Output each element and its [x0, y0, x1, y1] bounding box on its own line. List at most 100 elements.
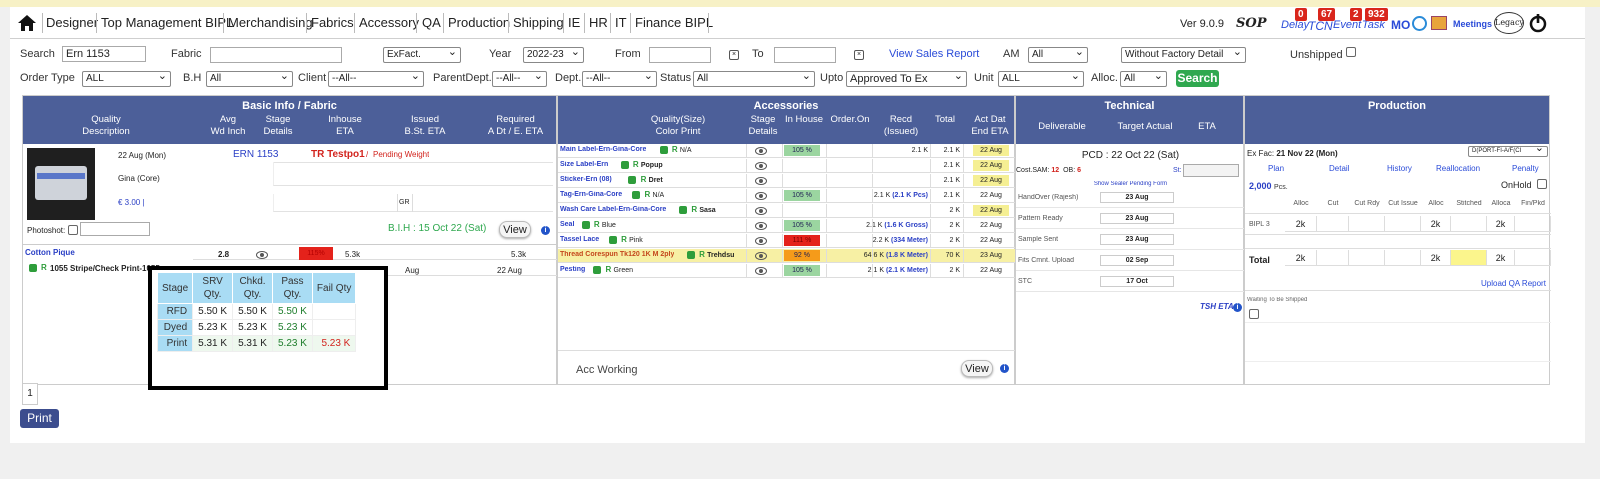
acc-pr-icons[interactable]: R Sasa [677, 205, 716, 214]
plan-link[interactable]: Plan [1268, 164, 1284, 173]
p-icon[interactable] [581, 220, 590, 229]
acc-row[interactable]: Seal R Blue 105 % 2.1 K (1.6 K Gross) 2 K 22… [558, 219, 1016, 233]
r-icon[interactable]: R [645, 190, 651, 199]
nav-hr[interactable]: HR [589, 15, 608, 30]
nav-production[interactable]: Production [448, 15, 510, 30]
p-icon[interactable] [593, 265, 602, 274]
acc-stage-eye-icon[interactable] [755, 222, 767, 230]
acc-stage-eye-icon[interactable] [755, 147, 767, 155]
basic-view-button[interactable]: View [499, 221, 531, 238]
acc-info-icon[interactable]: i [1000, 364, 1009, 373]
status-select[interactable]: All [693, 71, 815, 87]
r-icon[interactable]: R [641, 175, 647, 184]
acc-stage-eye-icon[interactable] [755, 177, 767, 185]
search-input[interactable]: Ern 1153 [62, 46, 146, 62]
tcn-link[interactable]: TCN [1308, 19, 1333, 33]
unshipped-checkbox[interactable] [1346, 47, 1356, 57]
acc-pr-icons[interactable]: R Green [591, 265, 633, 274]
acc-name[interactable]: Tag-Ern-Gina-Core [560, 191, 622, 198]
nav-qa[interactable]: QA [422, 15, 441, 30]
acc-pr-icons[interactable]: R Dret [626, 175, 663, 184]
acc-view-button[interactable]: View [961, 360, 993, 377]
fabric-r-icon[interactable]: R [41, 263, 47, 272]
r-icon[interactable]: R [691, 205, 697, 214]
basic-info-icon[interactable]: i [541, 226, 550, 235]
acc-pr-icons[interactable]: R Popup [619, 160, 663, 169]
acc-row[interactable]: Pesting R Green 105 % 2.1 K (2.1 K Meter) 2… [558, 264, 1016, 278]
acc-pr-icons[interactable]: R Blue [580, 220, 616, 229]
acc-row[interactable]: Thread Corespun Tk120 1K M 2ply R Trehds… [558, 249, 1016, 263]
acc-row[interactable]: Sticker-Ern (08) R Dret 2.1 K 22 Aug [558, 174, 1016, 188]
legacy-button[interactable]: Legacy [1494, 12, 1524, 34]
nav-merchandising[interactable]: Merchandising [228, 15, 313, 30]
acc-name[interactable]: Pesting [560, 266, 585, 273]
r-icon[interactable]: R [672, 145, 678, 154]
r-icon[interactable]: R [594, 220, 600, 229]
tsheta-link[interactable]: TSH ETA [1200, 302, 1234, 311]
penalty-link[interactable]: Penalty [1512, 164, 1539, 173]
acc-name[interactable]: Sticker-Ern (08) [560, 176, 612, 183]
p-icon[interactable] [608, 235, 617, 244]
nav-accessory[interactable]: Accessory [359, 15, 419, 30]
mo-link[interactable]: MO [1391, 18, 1410, 32]
nav-it[interactable]: IT [615, 15, 627, 30]
r-icon[interactable]: R [621, 235, 627, 244]
fabric-name[interactable]: Cotton Pique [25, 248, 75, 257]
acc-stage-eye-icon[interactable] [755, 192, 767, 200]
acc-row[interactable]: Size Label-Ern R Popup 2.1 K 22 Aug [558, 159, 1016, 173]
p-icon[interactable] [659, 145, 668, 154]
search-button[interactable]: Search [1176, 70, 1219, 87]
acc-pr-icons[interactable]: R Trehdsu [685, 250, 734, 259]
year-select[interactable]: 2022-23 [523, 47, 584, 63]
acc-row[interactable]: Main Label-Ern-Gina-Core R N/A 105 % 2.1 K… [558, 144, 1016, 158]
upload-qa-link[interactable]: Upload QA Report [1481, 279, 1546, 288]
onhold-checkbox[interactable] [1537, 179, 1547, 189]
alloc-select[interactable]: All [1120, 71, 1167, 87]
acc-row[interactable]: Tassel Lace R Pink 111 % 2.2 K (334 Meter)… [558, 234, 1016, 248]
photoshot-input[interactable] [80, 222, 150, 236]
globe-icon[interactable] [1412, 16, 1427, 31]
client-select[interactable]: --All-- [328, 71, 424, 87]
nav-finance[interactable]: Finance BIPL [635, 15, 713, 30]
page-number[interactable]: 1 [22, 383, 38, 405]
fabric-input[interactable] [210, 47, 342, 63]
acc-stage-eye-icon[interactable] [755, 237, 767, 245]
home-icon[interactable] [16, 13, 38, 33]
acc-stage-eye-icon[interactable] [755, 252, 767, 260]
view-sales-report-link[interactable]: View Sales Report [889, 48, 979, 60]
reallocation-link[interactable]: Reallocation [1436, 164, 1480, 173]
order-type-select[interactable]: ALL [82, 71, 171, 87]
meetings-link[interactable]: Meetings [1453, 19, 1492, 29]
p-icon[interactable] [620, 160, 629, 169]
r-icon[interactable]: R [606, 265, 612, 274]
factory-detail-select[interactable]: Without Factory Detail [1121, 47, 1246, 63]
bh-select[interactable]: All [206, 71, 293, 87]
acc-name[interactable]: Thread Corespun Tk120 1K M 2ply [560, 251, 674, 258]
dport-select[interactable]: D(PORT-FI-A/F(CI [1468, 146, 1548, 157]
from-calendar-icon[interactable]: × [729, 50, 739, 60]
detail-link[interactable]: Detail [1329, 164, 1349, 173]
photoshot-checkbox[interactable] [68, 225, 78, 235]
p-icon[interactable] [632, 190, 641, 199]
nav-fabrics[interactable]: Fabrics [311, 15, 354, 30]
tech-info-icon[interactable]: i [1233, 303, 1242, 312]
acc-pr-icons[interactable]: R Pink [607, 235, 643, 244]
sop-icon[interactable]: SOP [1236, 16, 1267, 31]
history-link[interactable]: History [1387, 164, 1412, 173]
from-date-input[interactable] [649, 47, 711, 63]
p-icon[interactable] [679, 205, 688, 214]
product-image[interactable] [27, 148, 95, 220]
unit-select[interactable]: ALL [998, 71, 1084, 87]
waiting-checkbox[interactable] [1249, 309, 1259, 319]
to-date-input[interactable] [774, 47, 836, 63]
r-icon[interactable]: R [633, 160, 639, 169]
nav-ie[interactable]: IE [568, 15, 580, 30]
am-select[interactable]: All [1028, 47, 1088, 63]
print-button[interactable]: Print [20, 409, 59, 428]
tr-link[interactable]: TR Testpo1 [311, 149, 365, 160]
nav-shipping[interactable]: Shipping [513, 15, 564, 30]
r-icon[interactable]: R [699, 250, 705, 259]
acc-row[interactable]: Wash Care Label-Ern-Gina-Core R Sasa 2 K 2… [558, 204, 1016, 218]
upto-select[interactable]: Approved To Ex [846, 71, 967, 87]
acc-name[interactable]: Size Label-Ern [560, 161, 608, 168]
